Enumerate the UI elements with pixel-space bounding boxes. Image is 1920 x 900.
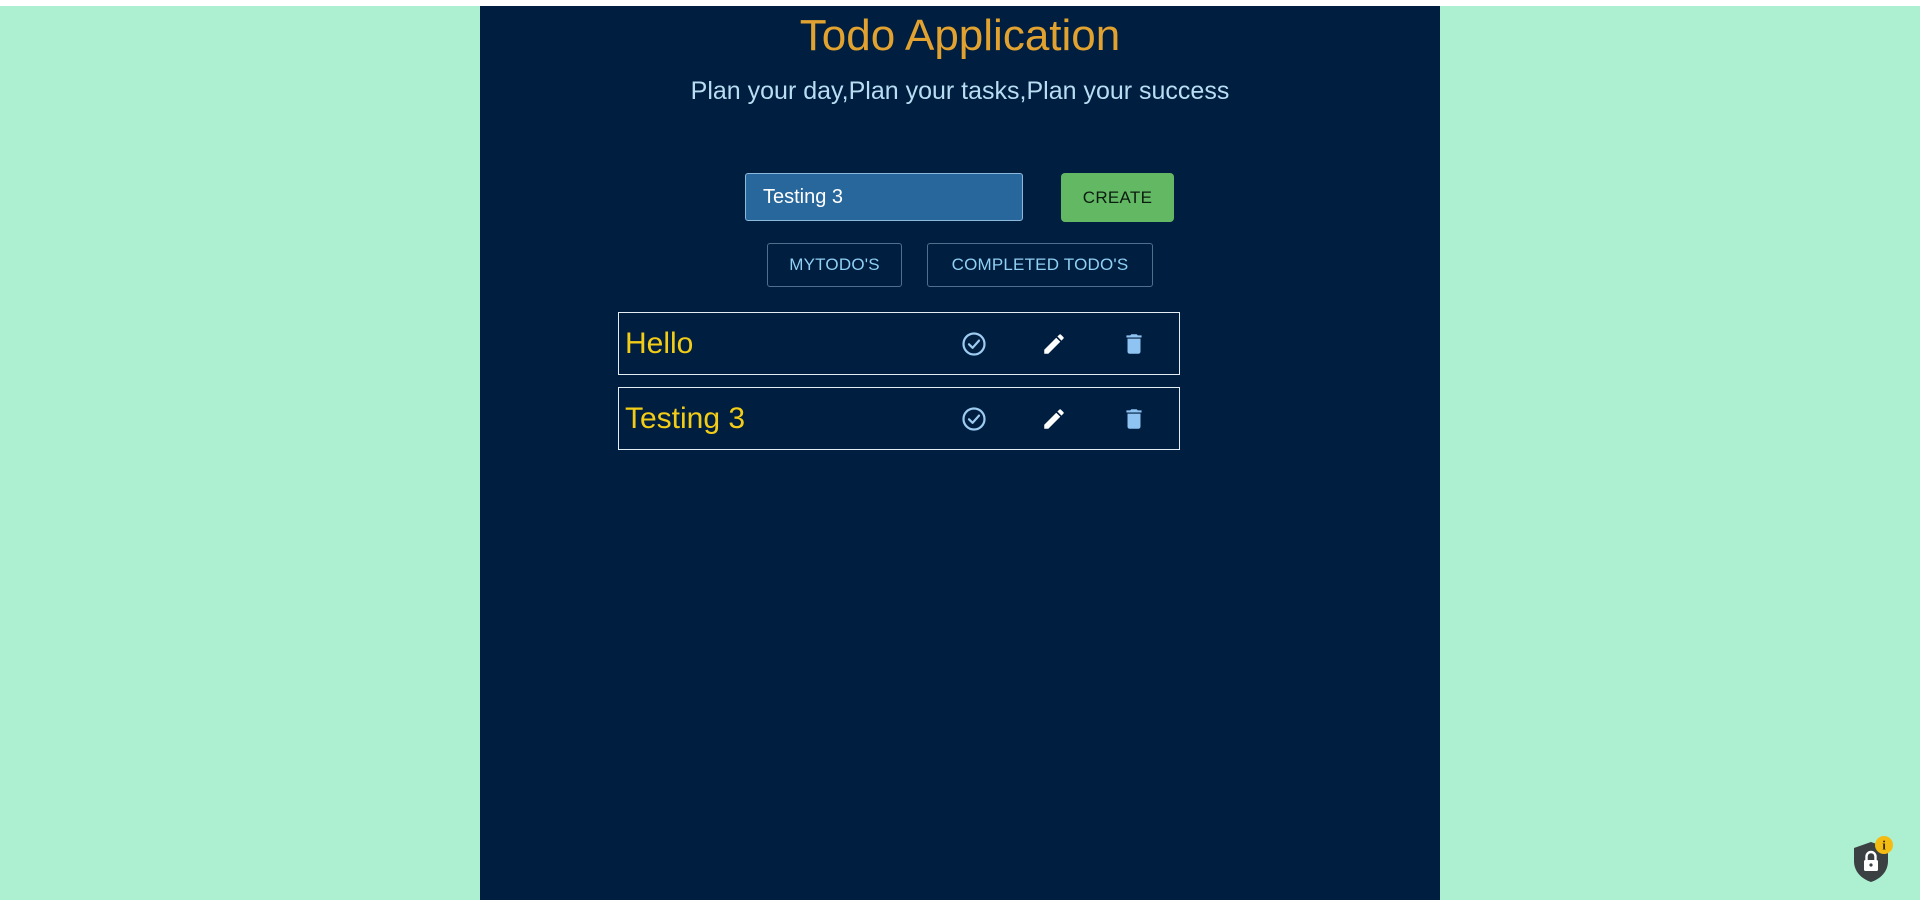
todo-item-text: Testing 3 xyxy=(625,402,746,435)
page-subtitle: Plan your day,Plan your tasks,Plan your … xyxy=(690,77,1230,105)
badge-info-text: i xyxy=(1882,838,1886,853)
check-circle-icon[interactable] xyxy=(959,329,989,359)
page-title: Todo Application xyxy=(799,11,1121,60)
app-panel: Todo Application Plan your day,Plan your… xyxy=(480,6,1440,900)
trash-icon[interactable] xyxy=(1119,404,1149,434)
trash-icon[interactable] xyxy=(1119,329,1149,359)
todo-item: Testing 3 xyxy=(618,387,1180,450)
check-circle-icon[interactable] xyxy=(959,404,989,434)
todo-input[interactable] xyxy=(745,173,1023,221)
tab-completed-todos[interactable]: COMPLETED TODO'S xyxy=(927,243,1153,287)
todo-item-text: Hello xyxy=(625,327,694,360)
pencil-icon[interactable] xyxy=(1039,404,1069,434)
shield-lock-icon[interactable]: i xyxy=(1847,834,1895,886)
pencil-icon[interactable] xyxy=(1039,329,1069,359)
tab-my-todos[interactable]: MYTODO'S xyxy=(767,243,902,287)
create-button[interactable]: CREATE xyxy=(1061,173,1174,222)
todo-item: Hello xyxy=(618,312,1180,375)
